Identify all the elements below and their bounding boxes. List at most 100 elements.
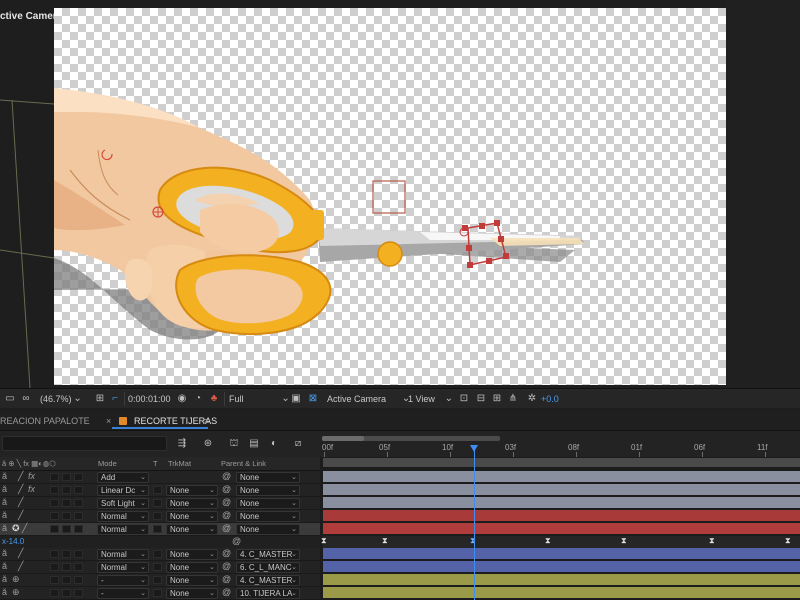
exposure-icon[interactable]: ✲ (526, 392, 538, 406)
layer-duration-bar[interactable] (323, 471, 800, 482)
collapse-transform-icon[interactable]: ✪ (12, 523, 20, 534)
keyframe-icon[interactable]: ⧗ (382, 536, 388, 546)
trkmat-dropdown[interactable]: None ⌄ (166, 588, 218, 599)
keyframe-icon[interactable]: ⧗ (621, 536, 627, 546)
mode-dropdown[interactable]: Normal ⌄ (97, 549, 149, 560)
mode-dropdown[interactable]: Add ⌄ (97, 472, 149, 483)
grid-overlay-icon[interactable]: ⊞ (94, 392, 106, 406)
close-tab-icon[interactable]: × (106, 413, 111, 429)
mode-dropdown[interactable]: Normal ⌄ (97, 562, 149, 573)
lock-icon[interactable]: ǎ (2, 497, 7, 507)
lock-icon[interactable]: ǎ (2, 574, 7, 584)
exposure-value[interactable]: +0.0 (541, 392, 559, 406)
snapshot-icon[interactable]: ◉ (176, 392, 188, 406)
mode-dropdown[interactable]: Normal ⌄ (97, 524, 149, 535)
layer-row-selected[interactable]: ǎ ✪ ╱ Normal ⌄ None ⌄ @ None ⌄ (0, 523, 320, 536)
composition-viewer[interactable]: ctive Camera (0, 0, 800, 388)
pick-whip-icon[interactable]: @ (222, 561, 231, 571)
keyframe-icon[interactable]: ⧗ (785, 536, 791, 546)
shy-switch-icon[interactable]: ⊕ (12, 574, 20, 585)
layer-duration-bar[interactable] (323, 510, 800, 521)
property-value[interactable]: x-14.0 (2, 537, 24, 548)
shy-layers-icon[interactable]: ⛫ (228, 437, 240, 451)
region-of-interest-icon[interactable]: ⌐ (109, 392, 121, 406)
property-row[interactable]: x-14.0 @ (0, 536, 320, 548)
fast-preview-options-icon[interactable]: ⊟ (475, 392, 487, 406)
keyframe-icon[interactable]: ⧗ (321, 536, 327, 546)
mode-dropdown[interactable]: Soft Light ⌄ (97, 498, 149, 509)
parent-dropdown[interactable]: None ⌄ (236, 524, 300, 535)
pick-whip-icon[interactable]: @ (222, 484, 231, 494)
motion-blur-icon[interactable]: ◐ (268, 437, 280, 451)
layer-duration-bar[interactable] (323, 497, 800, 508)
parent-dropdown[interactable]: None ⌄ (236, 472, 300, 483)
transparency-grid-toggle-icon[interactable]: ⊠ (307, 392, 319, 406)
layer-row[interactable]: ǎ ╱ fx Add ⌄ @ None ⌄ (0, 471, 320, 484)
quality-switch-icon[interactable]: ╱ (18, 561, 23, 572)
layer-duration-bar[interactable] (323, 587, 800, 598)
lock-icon[interactable]: ǎ (2, 523, 7, 533)
tab-reacion-papalote[interactable]: REACION PAPALOTE (0, 413, 90, 429)
graph-editor-icon[interactable]: ⧄ (292, 437, 304, 451)
parent-dropdown[interactable]: 10. TIJERA LA ⌄ (236, 588, 300, 599)
quality-switch-icon[interactable]: ╱ (18, 471, 23, 482)
quality-switch-icon[interactable]: ╱ (22, 523, 27, 534)
quality-switch-icon[interactable]: ╱ (18, 548, 23, 559)
parent-dropdown[interactable]: None ⌄ (236, 511, 300, 522)
layer-row[interactable]: ǎ ⊕ - ⌄ None ⌄ @ 10. TIJERA LA ⌄ (0, 587, 320, 600)
fx-switch-icon[interactable]: fx (28, 484, 35, 494)
lock-icon[interactable]: ǎ (2, 471, 7, 481)
trkmat-dropdown[interactable]: None ⌄ (166, 524, 218, 535)
lock-icon[interactable]: ǎ (2, 548, 7, 558)
time-ruler[interactable]: 00f 05f 10f 03f 08f 01f 06f 11f (320, 431, 800, 457)
parent-dropdown[interactable]: 4. C_MASTER ⌄ (236, 549, 300, 560)
toggle-pixel-aspect-icon[interactable]: ⊡ (458, 392, 470, 406)
keyframe-icon[interactable]: ⧗ (709, 536, 715, 546)
trkmat-dropdown[interactable]: None ⌄ (166, 511, 218, 522)
keyframe-track[interactable]: ⧗ ⧗ ⧗ ⧗ ⧗ ⧗ ⧗ (321, 536, 800, 548)
quality-switch-icon[interactable]: ╱ (18, 484, 23, 495)
layer-duration-bar[interactable] (323, 561, 800, 572)
parent-dropdown[interactable]: 4. C_MASTER ⌄ (236, 575, 300, 586)
layer-row[interactable]: ǎ ╱ fx Linear Dc ⌄ None ⌄ @ None ⌄ (0, 484, 320, 497)
lock-icon[interactable]: ǎ (2, 587, 7, 597)
zoom-dropdown[interactable]: (46.7%) ⌄ (40, 392, 84, 406)
draft-3d-icon[interactable]: ⊛ (202, 437, 214, 451)
layer-search-input[interactable] (2, 436, 167, 451)
composition-mini-flowchart-icon[interactable]: ⇶ (176, 437, 188, 451)
playhead-line[interactable] (474, 449, 475, 600)
pick-whip-icon[interactable]: @ (222, 497, 231, 507)
pick-whip-icon[interactable]: @ (222, 471, 231, 481)
timeline-track-area[interactable]: 00f 05f 10f 03f 08f 01f 06f 11f ⧗ ⧗ ⧗ ⧗ … (320, 431, 800, 600)
parent-dropdown[interactable]: 6. C_L_MANC ⌄ (236, 562, 300, 573)
layer-row[interactable]: ǎ ╱ Normal ⌄ None ⌄ @ None ⌄ (0, 510, 320, 523)
pick-whip-icon[interactable]: @ (222, 548, 231, 558)
layer-row[interactable]: ǎ ╱ Normal ⌄ None ⌄ @ 4. C_MASTER ⌄ (0, 548, 320, 561)
keyframe-icon[interactable]: ⧗ (545, 536, 551, 546)
layer-duration-bar[interactable] (323, 484, 800, 495)
channel-icon[interactable]: ♣ (208, 392, 220, 406)
fast-preview-icon[interactable]: ▣ (290, 392, 302, 406)
pick-whip-icon[interactable]: @ (222, 587, 231, 597)
lock-icon[interactable]: ǎ (2, 561, 7, 571)
monitor-icon[interactable]: ▭ (4, 392, 16, 406)
quality-switch-icon[interactable]: ╱ (18, 510, 23, 521)
trkmat-dropdown[interactable]: None ⌄ (166, 498, 218, 509)
shy-switch-icon[interactable]: ⊕ (12, 587, 20, 598)
lock-icon[interactable]: ǎ (2, 510, 7, 520)
work-area-start[interactable] (322, 436, 364, 441)
timeline-icon[interactable]: ⊞ (491, 392, 503, 406)
mode-dropdown[interactable]: - ⌄ (97, 588, 149, 599)
layer-row[interactable]: ǎ ╱ Normal ⌄ None ⌄ @ 6. C_L_MANC ⌄ (0, 561, 320, 574)
trkmat-dropdown[interactable]: None ⌄ (166, 485, 218, 496)
mode-dropdown[interactable]: Normal ⌄ (97, 511, 149, 522)
mode-dropdown[interactable]: Linear Dc ⌄ (97, 485, 149, 496)
frame-blending-icon[interactable]: ▤ (248, 437, 260, 451)
parent-dropdown[interactable]: None ⌄ (236, 498, 300, 509)
expression-pick-whip-icon[interactable]: @ (232, 536, 241, 546)
mask-visibility-icon[interactable]: ∞ (20, 392, 32, 406)
fx-switch-icon[interactable]: fx (28, 471, 35, 481)
pick-whip-icon[interactable]: @ (222, 510, 231, 520)
parent-dropdown[interactable]: None ⌄ (236, 485, 300, 496)
pick-whip-icon[interactable]: @ (222, 523, 231, 533)
